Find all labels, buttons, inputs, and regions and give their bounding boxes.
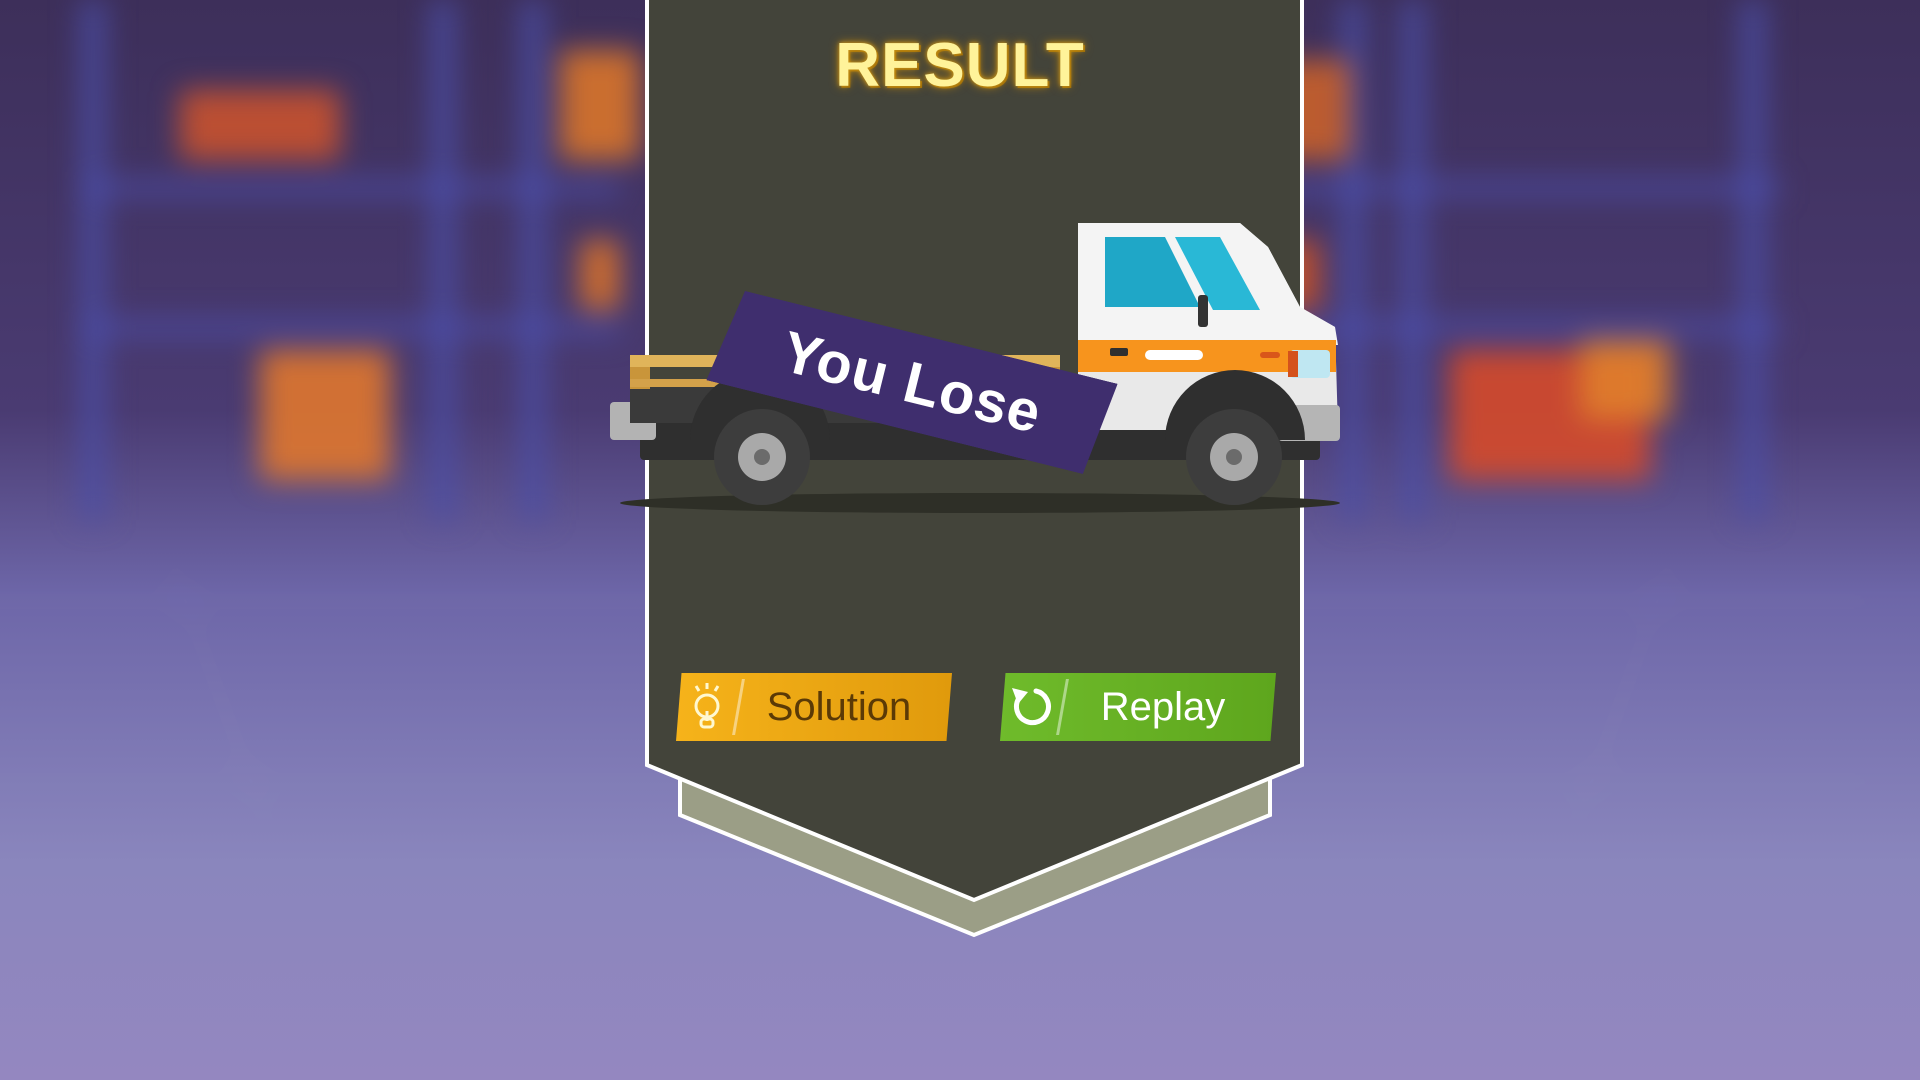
lightbulb-icon	[694, 683, 720, 729]
replay-button[interactable]: Replay	[1000, 673, 1276, 741]
result-panel: RESULT You Lose Solution Replay	[0, 0, 1920, 1080]
replay-arrow-icon	[1012, 688, 1051, 726]
solution-icon-box	[676, 673, 745, 741]
replay-button-label: Replay	[1100, 684, 1226, 729]
result-title: RESULT	[835, 31, 1085, 100]
solution-button[interactable]: Solution	[676, 673, 952, 741]
result-panel-shape	[645, 0, 1304, 938]
replay-icon-box	[1000, 673, 1069, 741]
solution-button-label: Solution	[766, 684, 912, 729]
